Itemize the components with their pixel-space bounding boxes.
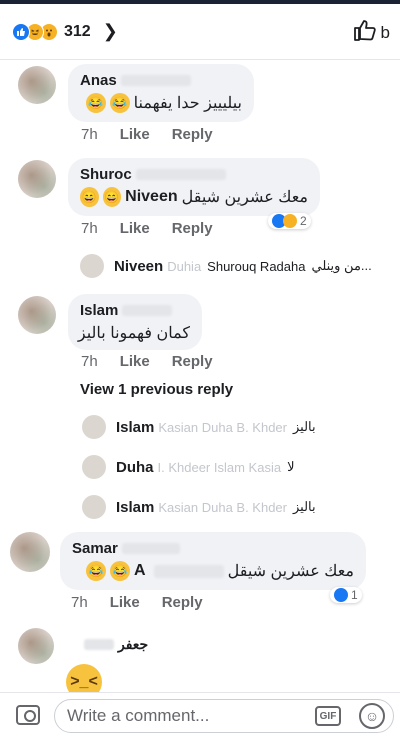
- comment-bubble: Islam كمان فهمونا باليز: [68, 294, 202, 350]
- laughing-emoji: 😂: [86, 561, 107, 581]
- thumbs-up-icon: [353, 18, 377, 47]
- like-action[interactable]: Like: [120, 126, 150, 143]
- avatar[interactable]: [10, 532, 50, 572]
- like-reaction-icon: [12, 22, 30, 41]
- like-action[interactable]: Like: [110, 594, 140, 611]
- avatar[interactable]: [18, 296, 56, 334]
- comment-actions: 7h Like Reply: [71, 594, 203, 611]
- comment-text: كمان فهمونا باليز: [77, 323, 190, 343]
- clipped-label: b: [380, 22, 390, 42]
- comment-bubble: Anas بيليييز حدا يفهمنا 😂 😂: [68, 64, 254, 122]
- commenter-name[interactable]: جعفر: [118, 636, 148, 653]
- comment-placeholder: Write a comment...: [67, 706, 210, 725]
- blurred-surname: [84, 639, 114, 650]
- avatar: [82, 415, 106, 439]
- reply-preview[interactable]: Duha I. Khdeer Islam Kasia لا: [82, 455, 294, 479]
- comment-reaction-badge[interactable]: 1: [330, 587, 362, 603]
- reply-action[interactable]: Reply: [172, 353, 213, 370]
- reply-snippet: لا: [287, 459, 295, 474]
- gif-button[interactable]: GIF: [315, 706, 341, 726]
- laughing-emoji: 😂: [110, 561, 131, 581]
- avatar: [82, 455, 106, 479]
- avatar: [80, 254, 104, 278]
- last-commenter: جعفر: [80, 636, 148, 653]
- like-button-header[interactable]: b: [353, 18, 390, 47]
- laughing-emoji: 😂: [109, 93, 130, 113]
- post-header: 312 ❯ b: [0, 4, 400, 60]
- reply-mention: Shurouq Radaha: [207, 258, 306, 274]
- avatar[interactable]: [18, 66, 56, 104]
- blurred-surname: [135, 169, 226, 180]
- reply-snippet: باليز: [293, 419, 316, 434]
- timestamp: 7h: [81, 353, 98, 370]
- grinning-emoji: 😄: [102, 187, 122, 207]
- comment-reaction-badge[interactable]: 2: [268, 213, 311, 229]
- comment-actions: 7h Like Reply: [81, 220, 213, 237]
- mention-tag[interactable]: A: [134, 562, 146, 580]
- comment-bubble: Shuroc معك عشرين شيقل Niveen 😄 😄: [68, 158, 320, 216]
- comment-actions: 7h Like Reply: [81, 126, 213, 143]
- comment-body: بيليييز حدا يفهمنا: [133, 95, 242, 112]
- reply-author: Islam: [116, 418, 155, 436]
- comment-text: معك عشرين شيقل A 😂 😂: [72, 561, 354, 581]
- blurred-text: Kasian Duha B. Khder: [158, 499, 287, 515]
- comment-text: بيليييز حدا يفهمنا 😂 😂: [80, 93, 242, 113]
- chevron-right-icon[interactable]: ❯: [103, 21, 118, 42]
- commenter-name[interactable]: Samar: [72, 540, 118, 557]
- haha-reaction-icon: [283, 214, 297, 228]
- reply-preview[interactable]: Islam Kasian Duha B. Khder باليز: [82, 415, 316, 439]
- comment-text: معك عشرين شيقل Niveen 😄 😄: [80, 187, 308, 207]
- like-action[interactable]: Like: [120, 353, 150, 370]
- reaction-count: 2: [300, 214, 307, 228]
- reply-snippet: من وينلي...: [311, 258, 372, 273]
- comment-composer: Write a comment... GIF ☺: [0, 692, 400, 738]
- reaction-count: 312: [64, 22, 91, 40]
- reaction-count: 1: [351, 588, 358, 602]
- laughing-emoji: 😂: [85, 93, 106, 113]
- reply-snippet: باليز: [293, 499, 316, 514]
- comment-body: معك عشرين شيقل: [227, 563, 354, 580]
- comment-bubble: Samar معك عشرين شيقل A 😂 😂: [60, 532, 366, 590]
- reply-preview[interactable]: Niveen Duhia Shurouq Radaha من وينلي...: [80, 254, 372, 278]
- reply-author: Islam: [116, 498, 155, 516]
- timestamp: 7h: [81, 126, 98, 143]
- blurred-text: Duhia: [167, 258, 202, 274]
- reply-action[interactable]: Reply: [172, 220, 213, 237]
- comment-body: كمان فهمونا باليز: [77, 325, 190, 342]
- blurred-surname: [121, 543, 180, 554]
- reply-preview[interactable]: Islam Kasian Duha B. Khder باليز: [82, 495, 316, 519]
- camera-icon[interactable]: [16, 705, 40, 725]
- blurred-surname: [122, 305, 173, 316]
- blurred-text: Kasian Duha B. Khder: [158, 419, 287, 435]
- reply-action[interactable]: Reply: [162, 594, 203, 611]
- avatar[interactable]: [18, 628, 54, 664]
- blurred-surname: [120, 75, 191, 86]
- like-reaction-icon: [334, 588, 348, 602]
- reactions-summary[interactable]: 312 ❯: [12, 21, 118, 42]
- reply-author: Duha: [116, 458, 154, 476]
- reply-action[interactable]: Reply: [172, 126, 213, 143]
- timestamp: 7h: [81, 220, 98, 237]
- view-previous-replies-link[interactable]: View 1 previous reply: [80, 381, 233, 398]
- grinning-emoji: 😄: [80, 187, 99, 207]
- reply-author: Niveen: [114, 257, 164, 275]
- comment-body: معك عشرين شيقل: [181, 189, 308, 206]
- comment-input[interactable]: Write a comment... GIF ☺: [54, 699, 394, 733]
- avatar[interactable]: [18, 160, 56, 198]
- commenter-name[interactable]: Islam: [80, 302, 118, 319]
- blurred-mention: [153, 564, 224, 578]
- commenter-name[interactable]: Shuroc: [80, 166, 132, 183]
- blurred-text: I. Khdeer Islam Kasia: [157, 459, 282, 475]
- comment-actions: 7h Like Reply: [81, 353, 213, 370]
- like-action[interactable]: Like: [120, 220, 150, 237]
- commenter-name[interactable]: Anas: [80, 72, 117, 89]
- emoji-picker-icon[interactable]: ☺: [359, 703, 385, 729]
- timestamp: 7h: [71, 594, 88, 611]
- mention-tag[interactable]: Niveen: [125, 188, 177, 206]
- avatar: [82, 495, 106, 519]
